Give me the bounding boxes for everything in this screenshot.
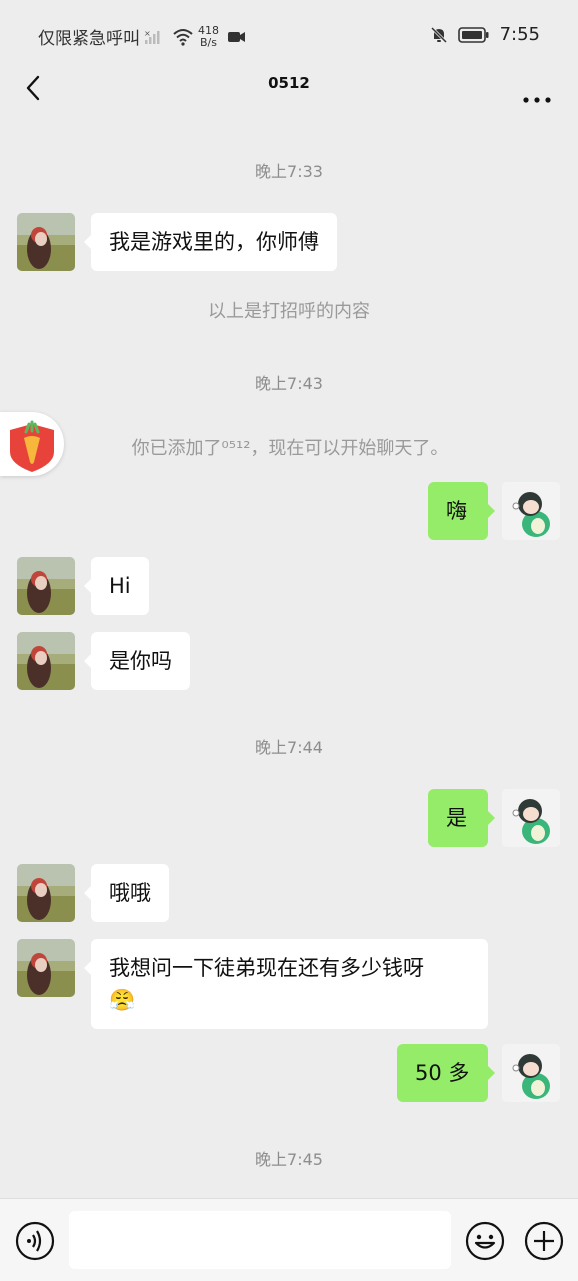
plus-icon[interactable] [524, 1221, 564, 1261]
voice-icon[interactable] [15, 1221, 55, 1261]
avatar-self[interactable] [502, 482, 560, 540]
message-bubble-sent[interactable]: 是 [428, 789, 495, 847]
emoji-icon[interactable] [465, 1221, 505, 1261]
input-bar [0, 1198, 578, 1281]
added-notice: 你已添加了⁰⁵¹²，现在可以开始聊天了。 [131, 438, 449, 459]
timestamp: 晚上7:43 [255, 374, 323, 393]
message-bubble-received[interactable]: 哦哦 [84, 864, 169, 922]
status-time: 7:55 [499, 24, 540, 45]
message-text: 我想问一下徒弟现在还有多少钱呀 [109, 956, 424, 980]
carrot-app-icon [10, 420, 54, 472]
more-dots-icon[interactable] [520, 72, 554, 104]
avatar[interactable] [17, 632, 75, 690]
battery-icon [457, 26, 489, 43]
carrier-text: 仅限紧急呼叫 [38, 29, 140, 49]
chat-title: 0512 [268, 74, 310, 92]
message-bubble-received[interactable]: 是你吗 [84, 632, 190, 690]
avatar-self[interactable] [502, 1044, 560, 1102]
app-badge[interactable] [0, 412, 64, 476]
avatar[interactable] [17, 213, 75, 271]
emoji: 😤 [109, 988, 136, 1012]
signal-icon: × [144, 29, 160, 44]
message-bubble-received[interactable]: Hi [84, 557, 149, 615]
net-speed-unit: B/s [200, 35, 217, 49]
bell-muted-icon [430, 26, 447, 43]
greeting-note: 以上是打招呼的内容 [208, 301, 370, 322]
avatar[interactable] [17, 864, 75, 922]
message-bubble-sent[interactable]: 嗨 [428, 482, 495, 540]
message-bubble-sent[interactable]: 50 多 [397, 1044, 495, 1102]
video-camera-icon [228, 31, 245, 42]
timestamp: 晚上7:33 [255, 162, 323, 181]
avatar-self[interactable] [502, 789, 560, 847]
avatar[interactable] [17, 557, 75, 615]
status-right: 7:55 [430, 24, 540, 45]
net-speed-value: 418 [198, 23, 219, 37]
status-left: 仅限紧急呼叫 × 418 B/s [38, 24, 247, 49]
avatar[interactable] [17, 939, 75, 997]
message-bubble-received[interactable]: 我想问一下徒弟现在还有多少钱呀 😤 [84, 939, 488, 1029]
message-input[interactable] [69, 1211, 451, 1269]
message-bubble-received[interactable]: 我是游戏里的，你师傅 [84, 213, 337, 271]
net-speed: 418 B/s [198, 23, 219, 49]
chat-header: 0512 [0, 60, 578, 116]
timestamp: 晚上7:45 [255, 1150, 323, 1169]
timestamp: 晚上7:44 [255, 738, 323, 757]
wifi-icon [173, 28, 193, 46]
svg-text:×: × [144, 29, 151, 38]
